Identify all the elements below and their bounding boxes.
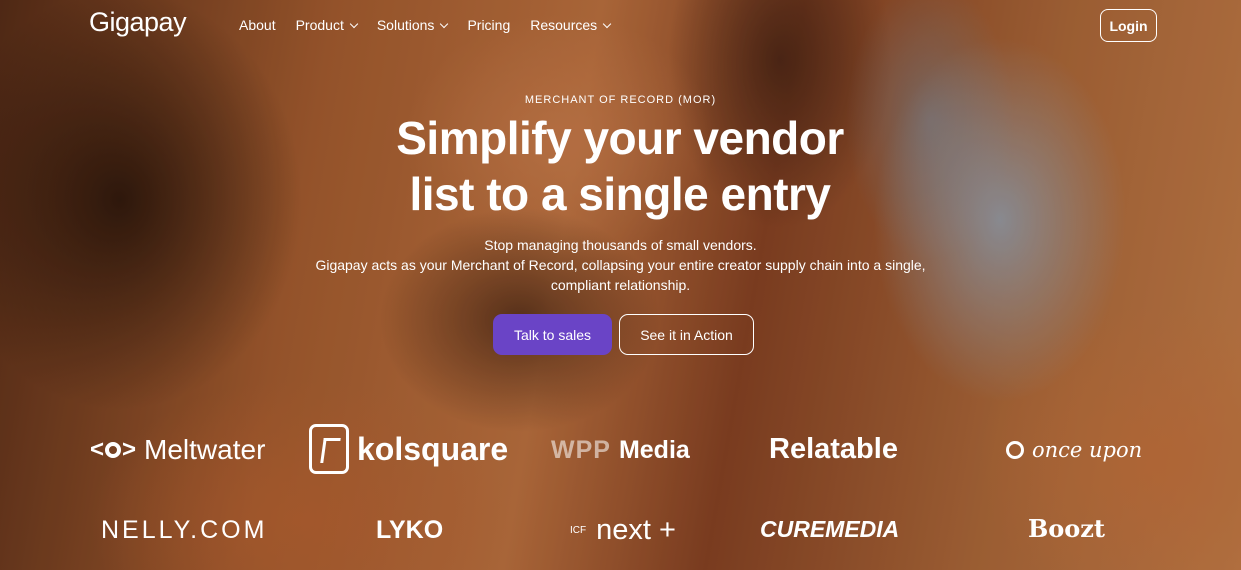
nav-solutions[interactable]: Solutions xyxy=(376,17,449,33)
chevron-down-icon xyxy=(349,19,359,28)
gigapay-logo[interactable]: Gigapay xyxy=(89,7,187,38)
nav-about[interactable]: About xyxy=(239,17,276,33)
chevron-down-icon xyxy=(440,19,449,28)
talk-to-sales-button[interactable]: Talk to sales xyxy=(493,314,612,355)
hero-headline: Simplify your vendor list to a single en… xyxy=(320,110,920,222)
top-navigation: Gigapay About Product Solutions Pricing … xyxy=(0,0,1241,50)
subtext-line-1: Stop managing thousands of small vendors… xyxy=(484,237,757,253)
nav-resources-label: Resources xyxy=(530,17,598,33)
nav-resources[interactable]: Resources xyxy=(530,17,612,33)
see-it-in-action-button[interactable]: See it in Action xyxy=(619,314,754,355)
nav-pricing-label: Pricing xyxy=(467,17,511,33)
chevron-down-icon xyxy=(602,19,612,28)
hero-eyebrow: MERCHANT OF RECORD (MOR) xyxy=(524,94,717,106)
nav-about-label: About xyxy=(239,17,276,33)
headline-line-2: list to a single entry xyxy=(409,168,832,220)
hero-subtext: Stop managing thousands of small vendors… xyxy=(300,235,941,295)
login-button[interactable]: Login xyxy=(1100,9,1157,42)
subtext-line-2: Gigapay acts as your Merchant of Record,… xyxy=(315,257,926,273)
subtext-line-3: compliant relationship. xyxy=(550,277,691,293)
nav-pricing[interactable]: Pricing xyxy=(467,17,510,33)
nav-solutions-label: Solutions xyxy=(376,17,435,33)
main-menu: About Product Solutions Pricing Resource… xyxy=(239,17,612,33)
headline-line-1: Simplify your vendor xyxy=(396,112,844,164)
nav-product-label: Product xyxy=(295,17,344,33)
nav-product[interactable]: Product xyxy=(295,17,359,33)
